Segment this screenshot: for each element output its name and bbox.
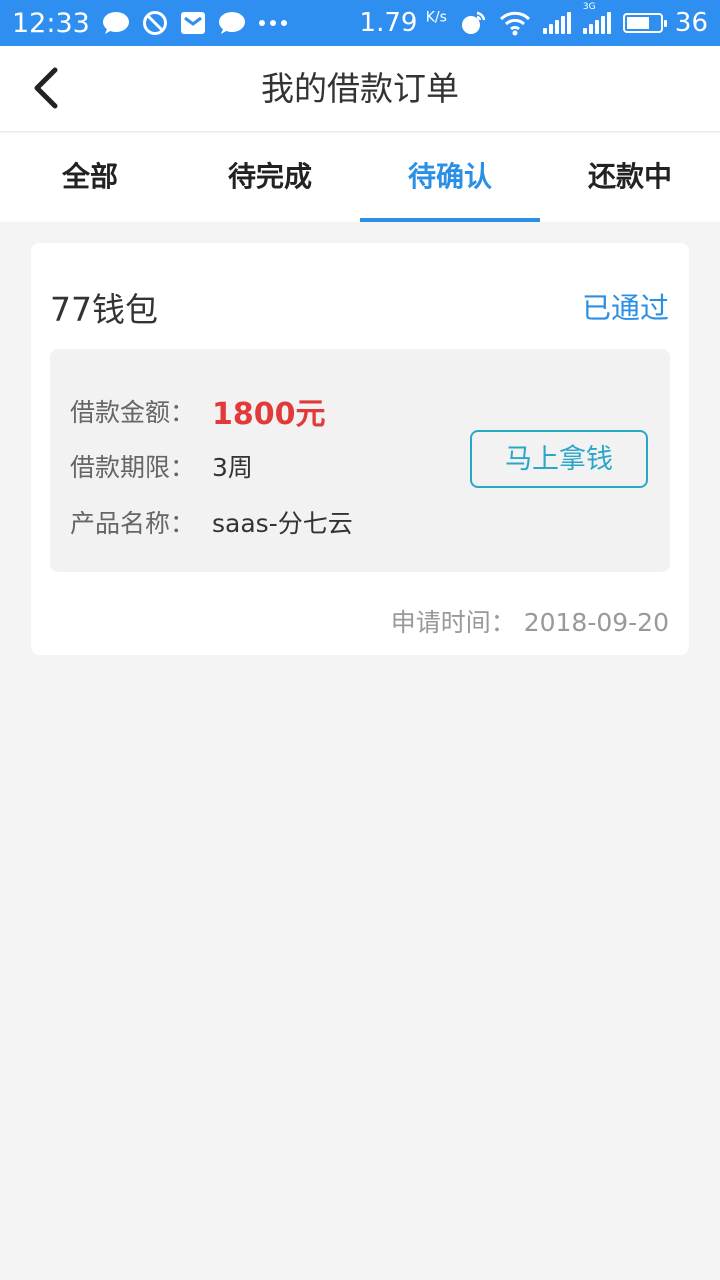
chat-bubble-icon bbox=[102, 12, 129, 34]
signal-icon bbox=[542, 12, 571, 34]
amount-row: 借款金额： 1800元 bbox=[70, 389, 326, 433]
status-time: 12:33 bbox=[12, 7, 90, 39]
order-details: 借款金额： 1800元 借款期限： 3周 产品名称： saas-分七云 马上拿钱 bbox=[50, 349, 670, 572]
term-row: 借款期限： 3周 bbox=[70, 448, 253, 484]
mail-icon bbox=[180, 12, 205, 34]
signal-3g-icon: 3G bbox=[582, 2, 611, 34]
apply-time-value: 2018-09-20 bbox=[523, 608, 669, 637]
product-title: 77钱包 bbox=[50, 290, 158, 329]
more-dots-icon bbox=[258, 20, 287, 26]
header-bar: 我的借款订单 bbox=[0, 46, 720, 132]
amount-value: 1800元 bbox=[212, 397, 326, 432]
notification-icons bbox=[102, 10, 288, 36]
order-card[interactable]: 77钱包 已通过 借款金额： 1800元 借款期限： 3周 产品名称： saas… bbox=[31, 243, 689, 655]
battery-level: 36 bbox=[674, 8, 708, 38]
tab-pending-confirm[interactable]: 待确认 bbox=[360, 133, 540, 222]
hotspot-icon bbox=[461, 11, 486, 34]
block-icon bbox=[142, 11, 167, 35]
battery-icon bbox=[622, 13, 667, 33]
order-tabs: 全部 待完成 待确认 还款中 bbox=[0, 133, 720, 222]
product-name-label: 产品名称： bbox=[70, 509, 196, 538]
status-badge: 已通过 bbox=[581, 291, 669, 325]
status-bar: 12:33 1.79 K/s 3G 36 bbox=[0, 0, 720, 46]
get-money-button[interactable]: 马上拿钱 bbox=[470, 430, 648, 488]
apply-time: 申请时间： 2018-09-20 bbox=[391, 603, 669, 639]
term-label: 借款期限： bbox=[70, 453, 196, 482]
tab-repaying[interactable]: 还款中 bbox=[540, 133, 720, 222]
product-name-row: 产品名称： saas-分七云 bbox=[70, 504, 353, 540]
tab-all[interactable]: 全部 bbox=[0, 133, 180, 222]
amount-label: 借款金额： bbox=[70, 398, 196, 427]
apply-time-label: 申请时间： bbox=[390, 608, 516, 637]
page-title: 我的借款订单 bbox=[261, 69, 459, 108]
chat-bubble-icon bbox=[218, 12, 245, 34]
system-icons: 1.79 K/s 3G 36 bbox=[359, 2, 708, 38]
tab-pending-complete[interactable]: 待完成 bbox=[180, 133, 360, 222]
product-name-value: saas-分七云 bbox=[212, 509, 353, 538]
wifi-icon bbox=[499, 11, 530, 36]
network-speed: 1.79 K/s bbox=[359, 8, 447, 38]
term-value: 3周 bbox=[212, 453, 253, 482]
